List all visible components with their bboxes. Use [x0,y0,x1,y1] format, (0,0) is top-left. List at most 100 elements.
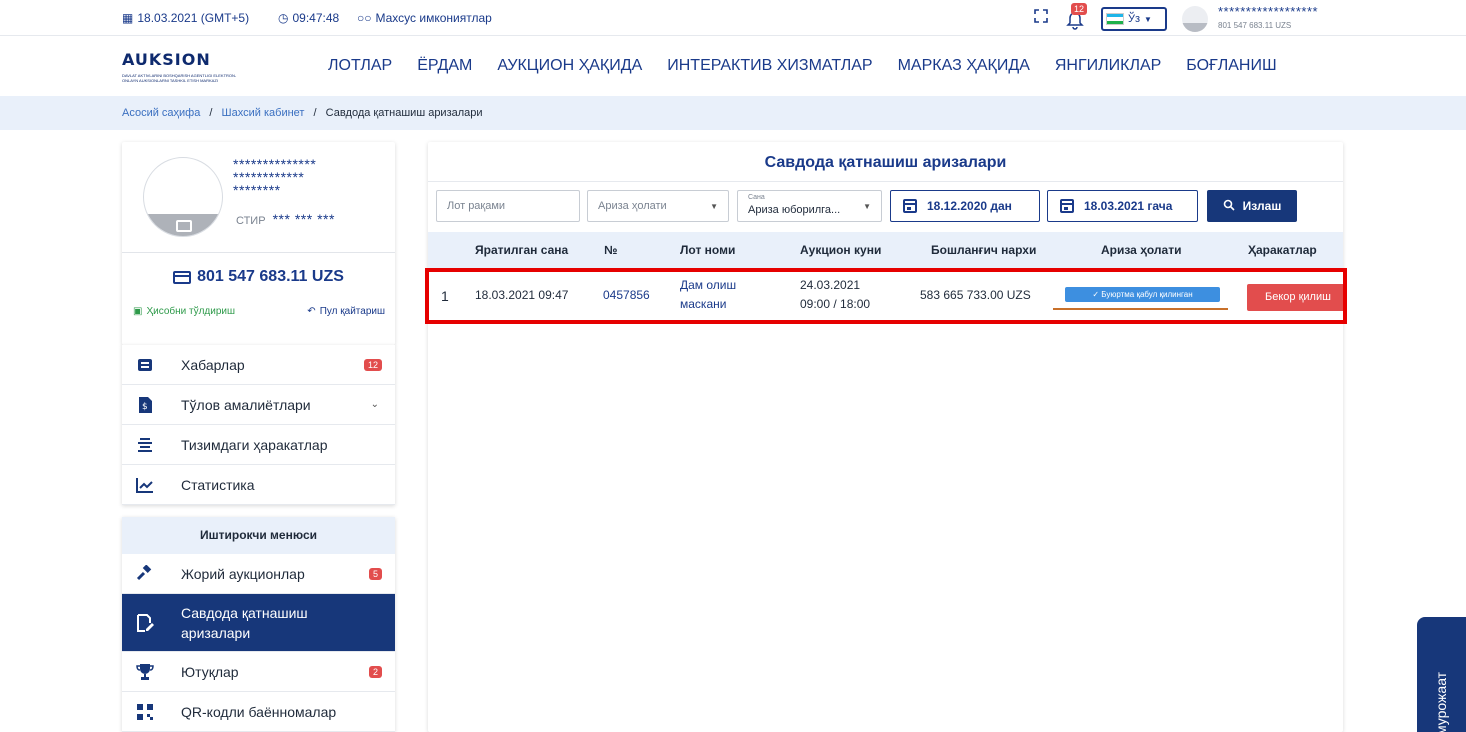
breadcrumb-cabinet[interactable]: Шахсий кабинет [222,107,305,119]
menu-item-messages[interactable]: Хабарлар 12 [122,345,395,385]
accessibility-link[interactable]: ○○ Махсус имкониятлар [357,11,492,25]
date-type-select[interactable]: Сана Ариза юборилга... ▼ [737,190,882,222]
menu-item-label: Тизимдаги ҳаракатлар [181,436,328,453]
topup-label: Ҳисобни тўлдириш [146,306,236,317]
refund-link[interactable]: ↶ Пул қайтариш [307,306,385,317]
time-text: 09:47:48 [292,11,340,25]
nav-contact[interactable]: БОҒЛАНИШ [1186,57,1276,75]
caret-down-icon: ▼ [710,202,718,211]
clock-icon: ◷ [278,11,289,25]
menu-item-wins[interactable]: Ютуқлар 2 [122,652,395,692]
user-name: ****************** [1218,4,1319,19]
balance-value: 801 547 683.11 UZS [197,268,344,285]
participant-menu-title: Иштирокчи менюси [122,517,395,554]
nav-about-auction[interactable]: АУКЦИОН ҲАҚИДА [497,57,642,75]
date-from-value: 18.12.2020 дан [927,199,1012,213]
divider [122,252,395,253]
col-created: Яратилган сана [475,243,569,257]
calendar-icon [1060,199,1074,213]
search-button[interactable]: Излаш [1207,190,1297,222]
profile-avatar[interactable] [143,157,223,237]
svg-text:$: $ [142,402,148,412]
gavel-icon [136,564,154,583]
profile-name: ************** ************ ******** [233,157,316,198]
fullscreen-icon[interactable] [1034,9,1048,23]
menu-item-current-auctions[interactable]: Жорий аукционлар 5 [122,554,395,594]
menu-item-label: Жорий аукционлар [181,565,305,582]
caret-down-icon: ▼ [863,202,871,211]
page-title: Савдода қатнашиш аризалари [764,154,1007,171]
invoice-icon: $ [136,396,154,414]
camera-icon[interactable] [176,220,192,232]
status-placeholder: Ариза ҳолати [598,200,667,212]
profile-name-line: ******** [233,182,281,198]
breadcrumb-separator: / [313,107,317,119]
stir-label: СТИР [236,215,266,227]
date-from-picker[interactable]: 18.12.2020 дан [890,190,1040,222]
logo[interactable]: AUKSION DAVLAT AKTIVLARINI BOSHQARISH AG… [122,50,252,90]
feedback-tab[interactable]: мурожаат [1417,617,1466,732]
menu-item-applications[interactable]: Савдода қатнашиш аризалари [122,594,395,652]
avatar [1182,6,1208,32]
topup-link[interactable]: ▣ Ҳисобни тўлдириш [133,306,235,317]
trophy-icon [136,663,154,681]
breadcrumb-home[interactable]: Асосий саҳифа [122,107,200,119]
notifications-bell[interactable]: 12 [1066,3,1088,30]
row-index: 1 [441,288,449,304]
row-auction-time: 09:00 / 18:00 [800,297,871,311]
menu-item-payments[interactable]: $ Тўлов амалиётлари ⌄ [122,385,395,425]
row-start-price: 583 665 733.00 UZS [920,288,1031,302]
breadcrumb-current: Савдода қатнашиш аризалари [325,107,483,119]
row-created: 18.03.2021 09:47 [475,288,569,302]
logo-text: AUKSION [122,50,211,69]
search-icon [1223,199,1235,214]
list-icon [136,436,154,454]
menu-item-statistics[interactable]: Статистика [122,465,395,505]
menu-item-label: QR-кодли баённомалар [181,703,337,720]
nav-lots[interactable]: ЛОТЛАР [328,57,392,75]
profile-balance: 801 547 683.11 UZS [122,268,395,286]
status-underline [1053,308,1228,310]
notification-badge: 12 [1071,3,1088,15]
cancel-application-button[interactable]: Бекор қилиш [1247,284,1343,311]
menu-item-label: Статистика [181,476,255,493]
row-lot-name-link[interactable]: Дам олиш [680,278,736,292]
nav-help[interactable]: ЁРДАМ [417,57,472,75]
date-type-value: Ариза юборилга... [748,204,841,216]
date-to-value: 18.03.2021 гача [1084,199,1173,213]
col-start-price: Бошланғич нархи [931,243,1037,257]
cash-icon: ▣ [133,306,143,317]
messages-badge: 12 [363,358,382,371]
table-row[interactable]: 1 18.03.2021 09:47 0457856 Дам олиш маск… [428,270,1343,322]
date-to-picker[interactable]: 18.03.2021 гача [1047,190,1198,222]
nav-interactive-services[interactable]: ИНТЕРАКТИВ ХИЗМАТЛАР [667,57,872,75]
site-header: AUKSION DAVLAT AKTIVLARINI BOSHQARISH AG… [0,36,1466,96]
logo-subtitle: DAVLAT AKTIVLARINI BOSHQARISH AGENTLIGI … [122,73,237,83]
eye-icon: ○○ [357,11,372,25]
stir-value: *** *** *** [272,211,335,227]
nav-about-center[interactable]: МАРКАЗ ҲАҚИДА [898,57,1030,75]
feedback-tab-label: мурожаат [1433,671,1449,732]
uz-flag-icon [1106,13,1124,25]
user-menu[interactable]: ****************** 801 547 683.11 UZS [1182,4,1452,32]
lot-number-placeholder: Лот рақами [447,200,506,212]
divider [428,181,1343,182]
row-lot-name-link[interactable]: маскани [680,297,726,311]
nav-news[interactable]: ЯНГИЛИКЛАР [1055,57,1161,75]
menu-item-label: Ютуқлар [181,663,239,680]
lot-number-input[interactable]: Лот рақами [436,190,580,222]
calendar-icon [903,199,917,213]
main-nav: ЛОТЛАР ЁРДАМ АУКЦИОН ҲАҚИДА ИНТЕРАКТИВ Х… [328,57,1302,75]
menu-item-qr-protocols[interactable]: QR-кодли баённомалар [122,692,395,732]
menu-item-label: Тўлов амалиётлари [181,396,311,413]
top-bar: ▦ 18.03.2021 (GMT+5) ◷ 09:47:48 ○○ Махсу… [0,0,1466,36]
caret-down-icon: ▼ [1144,14,1152,24]
status-badge: ✓ Буюртма қабул қилинган [1065,287,1220,302]
language-select[interactable]: Ўз ▼ [1101,7,1167,31]
menu-item-label: Савдода қатнашиш аризалари [181,604,308,641]
row-number-link[interactable]: 0457856 [603,288,650,302]
menu-item-actions[interactable]: Тизимдаги ҳаракатлар [122,425,395,465]
profile-card: ************** ************ ******** СТИ… [122,142,395,345]
status-select[interactable]: Ариза ҳолати ▼ [587,190,729,222]
col-status: Ариза ҳолати [1101,243,1182,257]
